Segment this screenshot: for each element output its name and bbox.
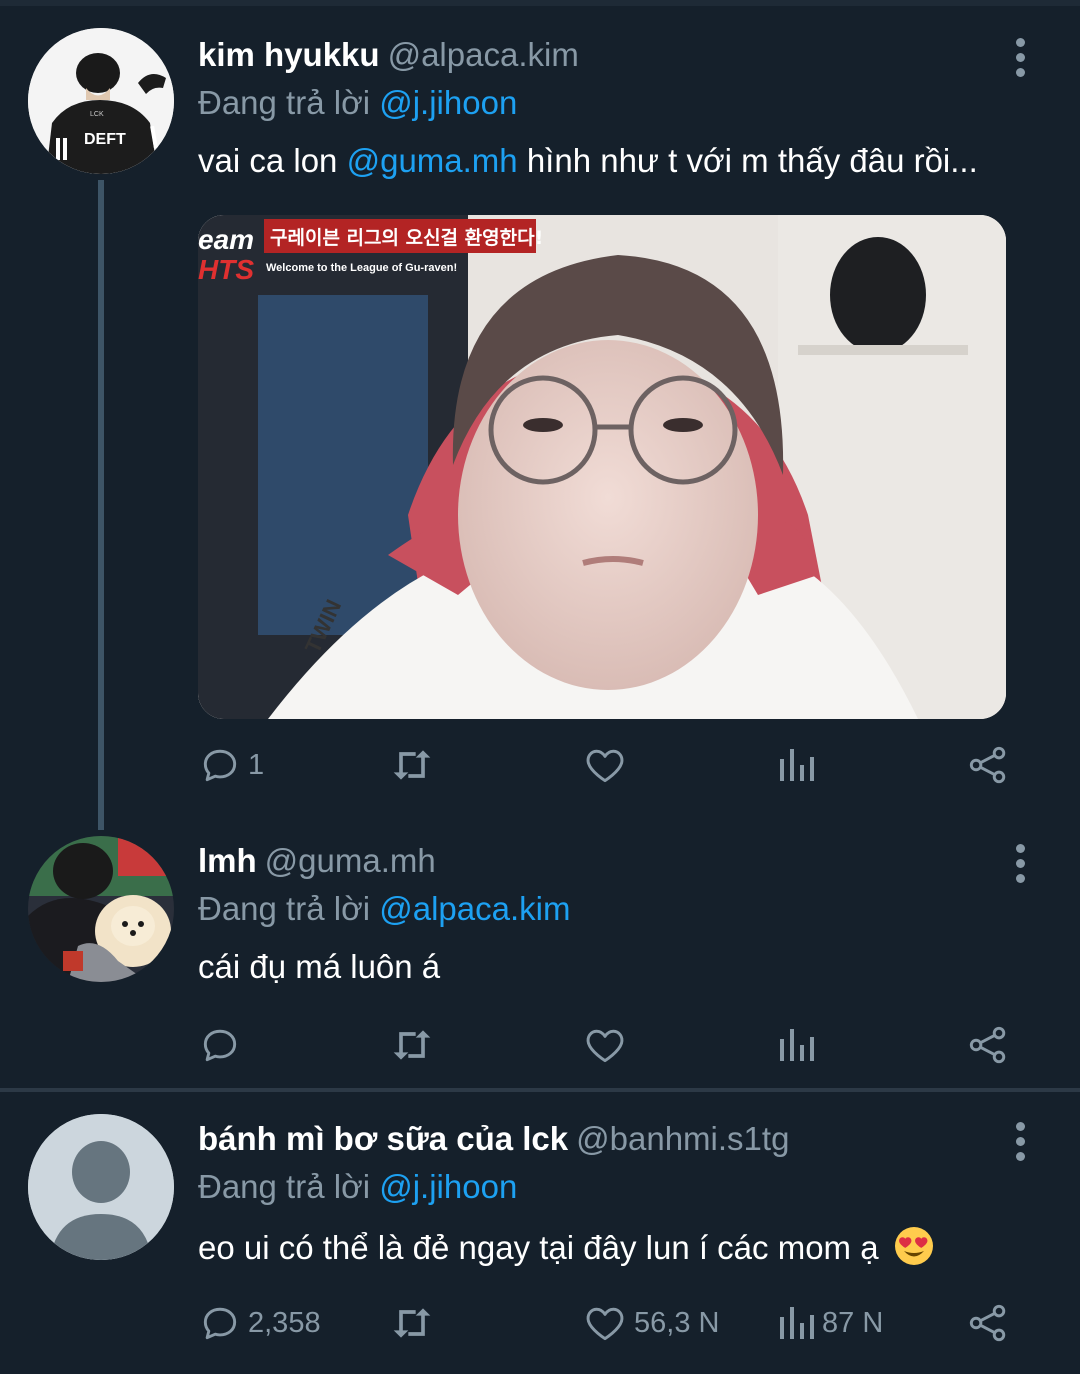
views-button[interactable] — [776, 1020, 822, 1070]
text-part: hình như t với m thấy đâu rồi... — [517, 142, 978, 179]
views-icon — [780, 1307, 814, 1339]
tweet-text: vai ca lon @guma.mh hình như t với m thấ… — [198, 142, 978, 180]
avatar-default[interactable] — [28, 1114, 174, 1260]
reply-button[interactable]: 2,358 — [198, 1298, 321, 1348]
views-button[interactable]: 87 N — [776, 1298, 883, 1348]
text-part: vai ca lon — [198, 142, 347, 179]
tweet-header: kim hyukku @alpaca.kim — [198, 36, 579, 74]
like-icon — [586, 749, 624, 783]
reply-button[interactable]: 1 — [198, 740, 264, 790]
replying-mention[interactable]: @j.jihoon — [379, 1168, 517, 1205]
tweet-text: eo ui có thể là đẻ ngay tại đây lun í cá… — [198, 1226, 934, 1267]
media-left-text: HTS — [198, 254, 254, 285]
author-handle[interactable]: @banhmi.s1tg — [576, 1120, 789, 1157]
text-body: eo ui có thể là đẻ ngay tại đây lun í cá… — [198, 1229, 879, 1266]
retweet-button[interactable] — [388, 1020, 442, 1070]
more-options-icon[interactable] — [1008, 38, 1034, 78]
reply-icon — [203, 1029, 237, 1062]
share-button[interactable] — [966, 1020, 1010, 1070]
reply-icon — [203, 1307, 237, 1340]
retweet-button[interactable] — [388, 1298, 442, 1348]
tweet-actions: 1 — [0, 740, 1080, 790]
reply-button[interactable] — [198, 1020, 248, 1070]
share-button[interactable] — [966, 740, 1010, 790]
tweet-2[interactable]: lmh @guma.mh Đang trả lời @alpaca.kim cái… — [0, 830, 1080, 1088]
tweet-actions: 2,358 56,3 N 87 N — [0, 1298, 1080, 1348]
more-options-icon[interactable] — [1008, 844, 1034, 884]
tweet-3[interactable]: bánh mì bơ sữa của lck @banhmi.s1tg Đang … — [0, 1092, 1080, 1374]
like-button[interactable] — [582, 740, 634, 790]
share-icon — [969, 746, 1006, 784]
author-handle[interactable]: @alpaca.kim — [388, 36, 579, 73]
like-icon — [586, 1029, 624, 1063]
tweet-text: cái đụ má luôn á — [198, 948, 441, 985]
replying-to-line: Đang trả lời @j.jihoon — [198, 84, 517, 122]
author-name[interactable]: bánh mì bơ sữa của lck — [198, 1120, 568, 1157]
retweet-icon — [393, 750, 431, 780]
like-icon — [586, 1307, 624, 1341]
avatar-jersey-text: DEFT — [84, 131, 126, 148]
reply-count: 1 — [248, 748, 265, 781]
like-button[interactable] — [582, 1020, 634, 1070]
svg-text:LCK: LCK — [90, 111, 104, 118]
like-count: 56,3 N — [634, 1306, 720, 1339]
author-name[interactable]: lmh — [198, 842, 257, 879]
reply-icon — [203, 749, 237, 782]
text-mention[interactable]: @guma.mh — [347, 142, 518, 179]
replying-to-line: Đang trả lời @alpaca.kim — [198, 890, 570, 928]
author-name[interactable]: kim hyukku — [198, 36, 380, 73]
heart-eyes-emoji — [894, 1227, 933, 1265]
views-icon — [780, 1029, 814, 1061]
view-count: 87 N — [822, 1306, 884, 1339]
replying-mention[interactable]: @alpaca.kim — [379, 890, 570, 927]
avatar-lmh[interactable] — [28, 836, 174, 982]
retweet-icon — [393, 1308, 431, 1338]
media-caption-ko: 구레이븐 리그의 오신걸 환영한다! — [270, 227, 543, 249]
like-button[interactable]: 56,3 N — [582, 1298, 719, 1348]
share-icon — [969, 1304, 1006, 1342]
tweet-header: lmh @guma.mh — [198, 842, 436, 880]
media-left-text: eam — [198, 224, 254, 255]
reply-count: 2,358 — [248, 1306, 321, 1339]
tweet-1[interactable]: DEFT LCK kim hyukku @alpaca.kim Đang trả … — [0, 0, 1080, 830]
tweet-media-image[interactable]: 구레이븐 리그의 오신걸 환영한다! Welcome to the League… — [198, 215, 1006, 719]
avatar-kim-hyukku[interactable]: DEFT LCK — [28, 28, 174, 174]
author-handle[interactable]: @guma.mh — [265, 842, 436, 879]
share-button[interactable] — [966, 1298, 1010, 1348]
media-caption-en: Welcome to the League of Gu-raven! — [266, 262, 457, 274]
replying-label: Đang trả lời — [198, 890, 371, 927]
views-icon — [780, 749, 814, 781]
thread-line — [98, 180, 104, 830]
tweet-actions — [0, 1020, 1080, 1070]
retweet-icon — [393, 1030, 431, 1060]
replying-label: Đang trả lời — [198, 84, 371, 121]
replying-label: Đang trả lời — [198, 1168, 371, 1205]
share-icon — [969, 1026, 1006, 1064]
retweet-button[interactable] — [388, 740, 442, 790]
views-button[interactable] — [776, 740, 822, 790]
tweet-header: bánh mì bơ sữa của lck @banhmi.s1tg — [198, 1120, 789, 1158]
replying-mention[interactable]: @j.jihoon — [379, 84, 517, 121]
more-options-icon[interactable] — [1008, 1122, 1034, 1162]
replying-to-line: Đang trả lời @j.jihoon — [198, 1168, 517, 1206]
